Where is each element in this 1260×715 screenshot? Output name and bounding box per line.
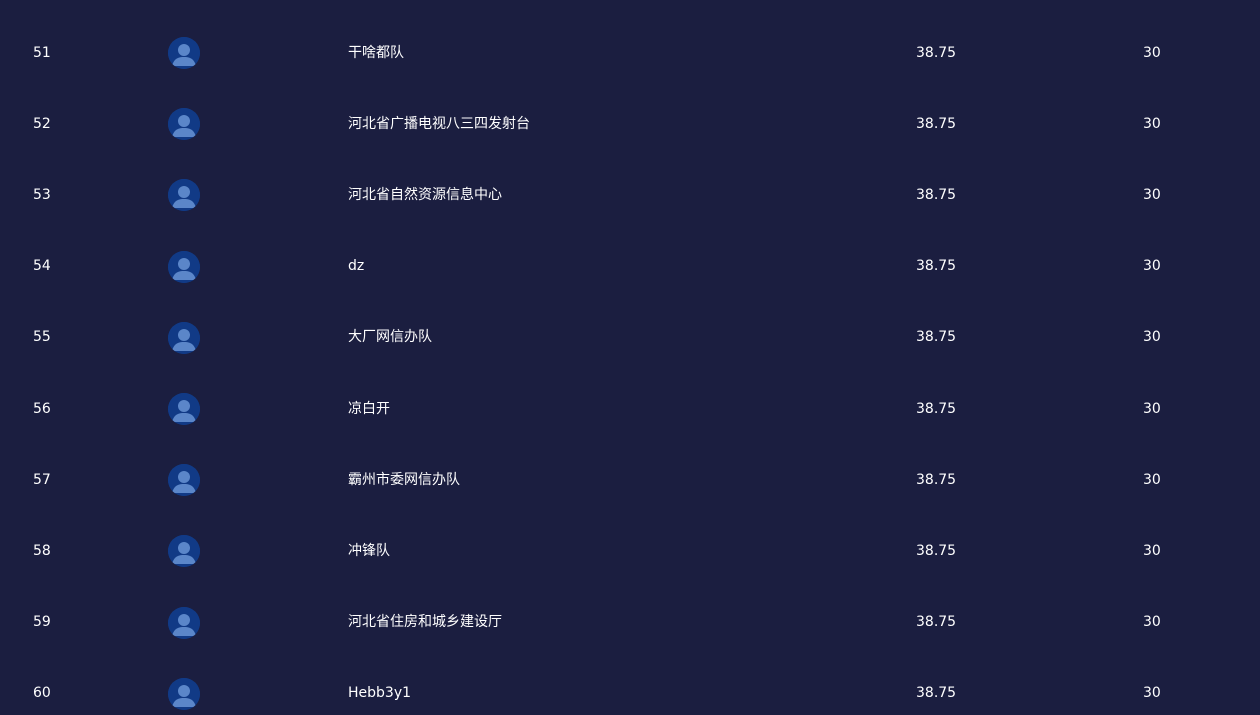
score-cell: 38.75 bbox=[916, 258, 957, 275]
table-row[interactable]: 51 干啥都队 38.75 30 bbox=[0, 18, 1260, 89]
team-name-cell[interactable]: 河北省自然资源信息中心 bbox=[348, 160, 502, 231]
user-avatar-icon bbox=[168, 321, 200, 354]
count-cell: 30 bbox=[1143, 258, 1161, 275]
score-cell: 38.75 bbox=[916, 400, 957, 417]
count-cell: 30 bbox=[1143, 44, 1161, 61]
team-name-cell[interactable]: 霸州市委网信办队 bbox=[348, 445, 460, 516]
table-row[interactable]: 53 河北省自然资源信息中心 38.75 30 bbox=[0, 160, 1260, 231]
table-row[interactable]: 55 大厂网信办队 38.75 30 bbox=[0, 302, 1260, 373]
score-cell: 38.75 bbox=[916, 471, 957, 488]
user-avatar-icon bbox=[168, 464, 200, 497]
table-row[interactable]: 58 冲锋队 38.75 30 bbox=[0, 516, 1260, 587]
team-name-cell[interactable]: 冲锋队 bbox=[348, 516, 390, 587]
score-cell: 38.75 bbox=[916, 115, 957, 132]
user-avatar-icon bbox=[168, 677, 200, 710]
count-cell: 30 bbox=[1143, 685, 1161, 702]
user-avatar-icon bbox=[168, 393, 200, 425]
leaderboard-table: 51 干啥都队 38.75 30 52 河北省广播电视八三四发射台 38.75 30 53 河北省… bbox=[0, 0, 1260, 715]
table-row[interactable]: 57 霸州市委网信办队 38.75 30 bbox=[0, 445, 1260, 516]
user-avatar-icon bbox=[168, 250, 200, 283]
rank-cell: 59 bbox=[33, 614, 51, 631]
rank-cell: 55 bbox=[33, 329, 51, 346]
count-cell: 30 bbox=[1143, 471, 1161, 488]
team-name-cell[interactable]: Hebb3y1 bbox=[348, 658, 411, 715]
table-row[interactable]: 56 凉白开 38.75 30 bbox=[0, 374, 1260, 445]
count-cell: 30 bbox=[1143, 329, 1161, 346]
rank-cell: 53 bbox=[33, 186, 51, 203]
rank-cell: 52 bbox=[33, 115, 51, 132]
score-cell: 38.75 bbox=[916, 329, 957, 346]
table-row[interactable]: 54 dz 38.75 30 bbox=[0, 231, 1260, 302]
rank-cell: 57 bbox=[33, 471, 51, 488]
score-cell: 38.75 bbox=[916, 685, 957, 702]
score-cell: 38.75 bbox=[916, 44, 957, 61]
table-row[interactable]: 59 河北省住房和城乡建设厅 38.75 30 bbox=[0, 587, 1260, 658]
score-cell: 38.75 bbox=[916, 542, 957, 559]
user-avatar-icon bbox=[168, 179, 200, 212]
team-name-cell[interactable]: 河北省住房和城乡建设厅 bbox=[348, 587, 502, 658]
score-cell: 38.75 bbox=[916, 186, 957, 203]
rank-cell: 60 bbox=[33, 685, 51, 702]
user-avatar-icon bbox=[168, 108, 200, 141]
rank-cell: 51 bbox=[33, 44, 51, 61]
table-row[interactable]: 60 Hebb3y1 38.75 30 bbox=[0, 658, 1260, 715]
rank-cell: 58 bbox=[33, 542, 51, 559]
team-name-cell[interactable]: 干啥都队 bbox=[348, 18, 404, 89]
team-name-cell[interactable]: 河北省广播电视八三四发射台 bbox=[348, 89, 530, 160]
count-cell: 30 bbox=[1143, 614, 1161, 631]
count-cell: 30 bbox=[1143, 400, 1161, 417]
user-avatar-icon bbox=[168, 606, 200, 639]
team-name-cell[interactable]: dz bbox=[348, 231, 364, 302]
rank-cell: 56 bbox=[33, 400, 51, 417]
score-cell: 38.75 bbox=[916, 614, 957, 631]
rank-cell: 54 bbox=[33, 258, 51, 275]
user-avatar-icon bbox=[168, 535, 200, 568]
count-cell: 30 bbox=[1143, 542, 1161, 559]
table-row[interactable]: 52 河北省广播电视八三四发射台 38.75 30 bbox=[0, 89, 1260, 160]
team-name-cell[interactable]: 凉白开 bbox=[348, 374, 390, 445]
count-cell: 30 bbox=[1143, 186, 1161, 203]
user-avatar-icon bbox=[168, 37, 200, 69]
count-cell: 30 bbox=[1143, 115, 1161, 132]
team-name-cell[interactable]: 大厂网信办队 bbox=[348, 302, 432, 373]
